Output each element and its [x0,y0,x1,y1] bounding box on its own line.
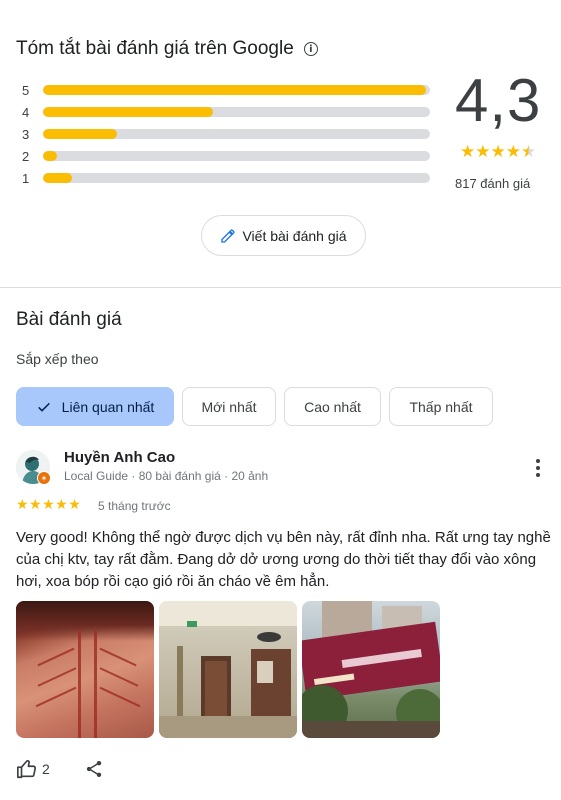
rating-bar-row: 5 [22,79,430,101]
rating-bar-row: 1 [22,167,430,189]
info-icon[interactable]: i [303,42,318,56]
rating-bar-row: 4 [22,101,430,123]
share-icon[interactable] [84,759,104,779]
rating-bar-track [43,85,430,95]
sort-chip-label: Mới nhất [201,398,257,415]
rating-bar-fill [43,151,57,161]
rating-bar-fill [43,107,214,117]
pencil-icon [221,228,236,243]
rating-bar-label: 5 [22,82,30,98]
like-count: 2 [42,761,50,777]
rating-bar-fill [43,85,427,95]
average-stars: ★★★★★ [460,142,536,162]
sort-chip-label: Cao nhất [304,398,361,415]
rating-bar-fill [43,129,117,139]
sort-chip-label: Thấp nhất [409,398,473,415]
sort-chip-relevant[interactable]: Liên quan nhất [16,387,174,426]
sort-chip-label: Liên quan nhất [61,398,155,415]
rating-bar-label: 4 [22,104,30,120]
summary-title: Tóm tắt bài đánh giá trên Google i [16,38,318,60]
rating-bar-track [43,173,430,183]
reviewer-meta: Local Guide · 80 bài đánh giá · 20 ảnh [64,469,269,483]
average-score: 4,3 [455,67,542,134]
thumbs-up-icon[interactable] [16,758,38,780]
local-guide-badge-icon: ✶ [37,471,51,485]
rating-bar-track [43,129,430,139]
section-divider [0,287,561,288]
rating-bar-label: 3 [22,126,30,142]
hallway-photo[interactable] [159,601,297,738]
sort-options: Liên quan nhất Mới nhất Cao nhất Thấp nh… [16,387,493,426]
half-star: ★ [520,142,537,162]
sort-label: Sắp xếp theo [16,351,99,367]
sort-chip-lowest[interactable]: Thấp nhất [389,387,493,426]
rating-bar-label: 1 [22,170,30,186]
review-text: Very good! Không thể ngờ được dịch vụ bê… [16,529,551,590]
check-icon [37,402,50,412]
sort-chip-newest[interactable]: Mới nhất [182,387,276,426]
summary-title-text: Tóm tắt bài đánh giá trên Google [16,38,294,59]
review-actions: 2 [16,758,104,780]
rating-bar-row: 2 [22,145,430,167]
review-stars: ★★★★★ [16,497,82,513]
rating-bar-fill [43,173,73,183]
full-stars: ★★★★ [460,142,521,162]
review-time: 5 tháng trước [98,499,171,513]
review-count[interactable]: 817 đánh giá [455,176,530,191]
sort-chip-highest[interactable]: Cao nhất [284,387,381,426]
more-options-icon[interactable] [530,457,546,479]
rating-distribution: 5 4 3 2 1 [22,79,430,189]
rating-bar-label: 2 [22,148,30,164]
rating-bar-track [43,151,430,161]
back-scraping-photo[interactable] [16,601,154,738]
reviewer-name[interactable]: Huyền Anh Cao [64,449,175,466]
write-review-button[interactable]: Viết bài đánh giá [201,215,366,256]
reviews-title: Bài đánh giá [16,309,122,330]
review-photos [16,601,440,738]
storefront-photo[interactable] [302,601,440,738]
rating-bar-track [43,107,430,117]
write-review-label: Viết bài đánh giá [242,227,347,244]
rating-bar-row: 3 [22,123,430,145]
